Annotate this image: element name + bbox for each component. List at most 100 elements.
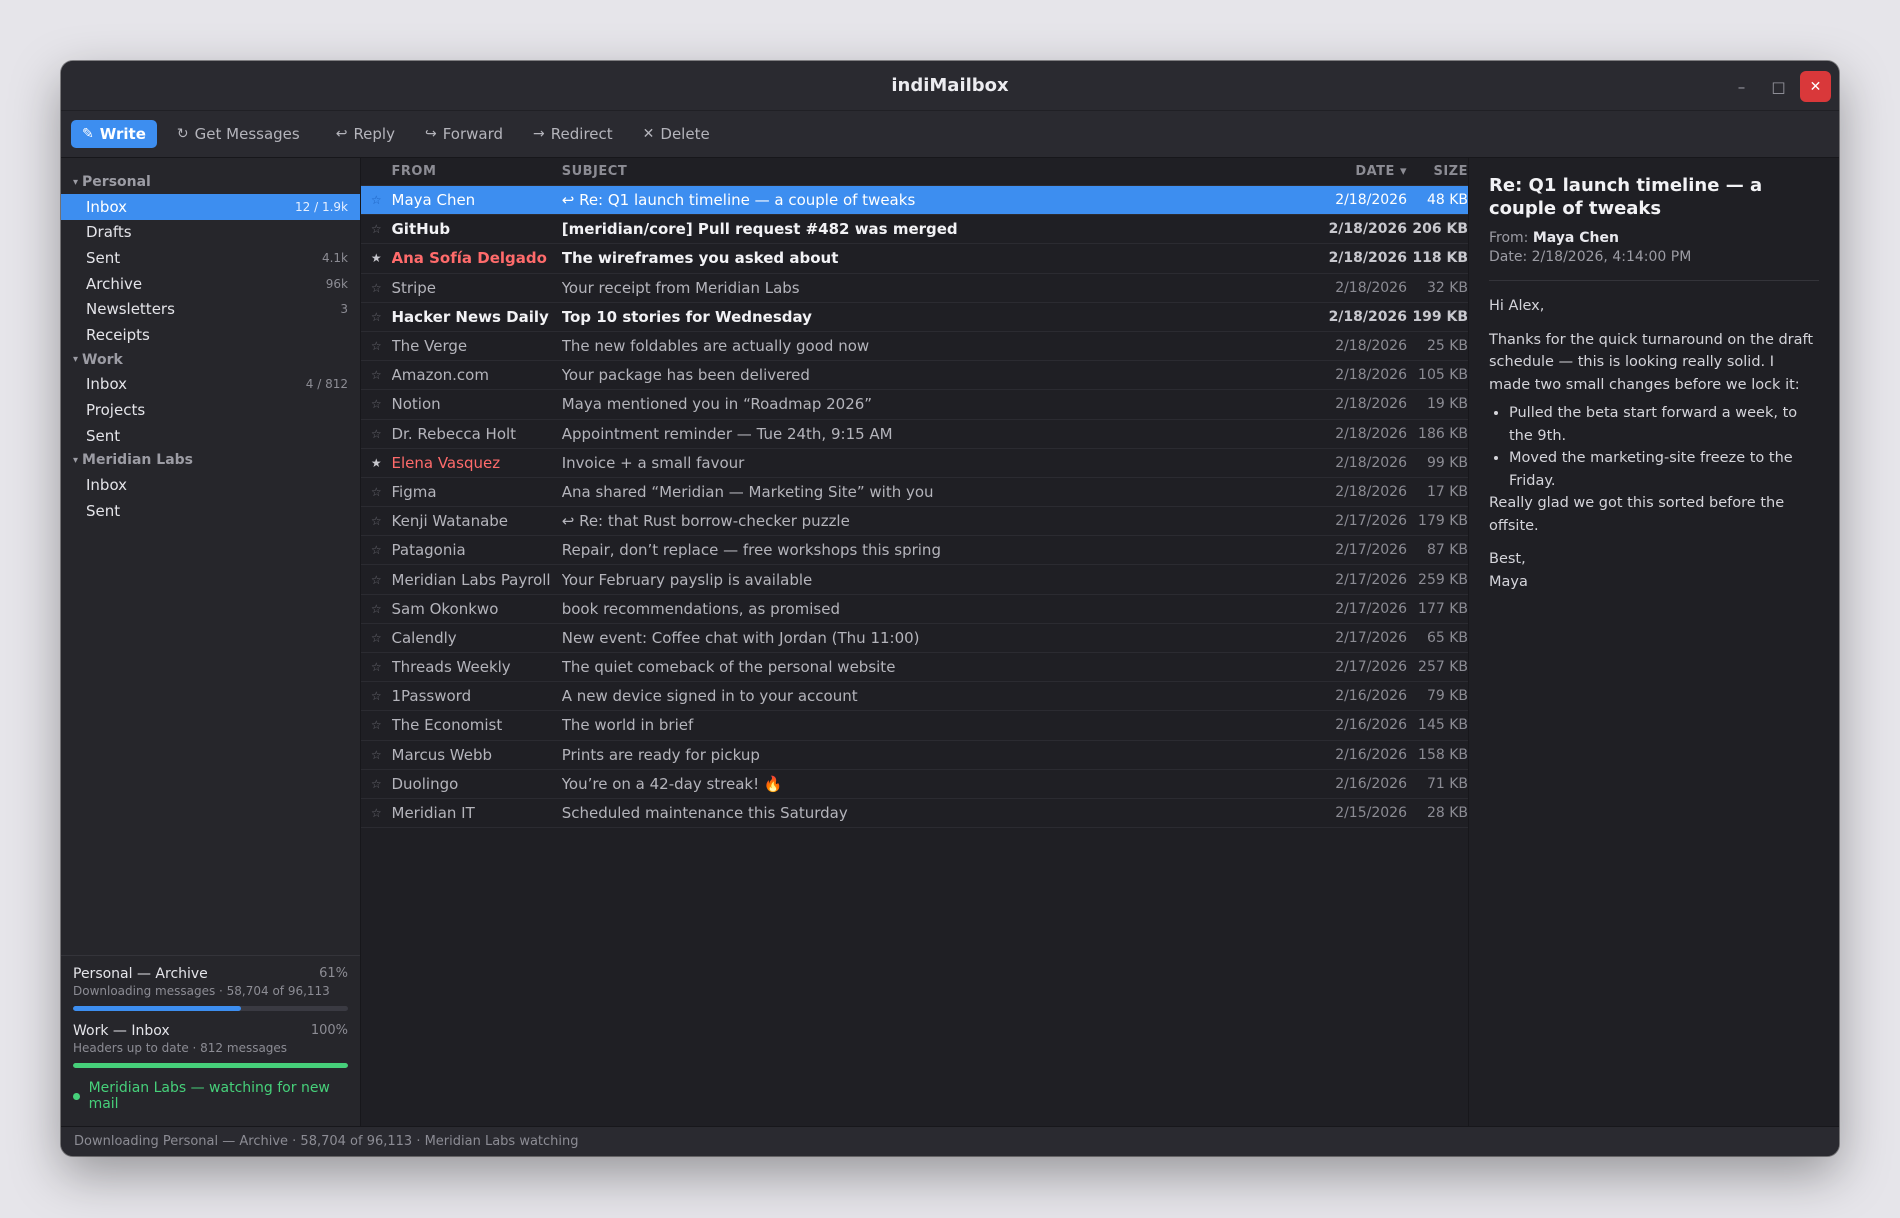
minimize-button[interactable]: –: [1726, 71, 1757, 102]
message-row[interactable]: ☆ Maya Chen ↩ Re: Q1 launch timeline — a c…: [361, 186, 1468, 216]
reply-button[interactable]: ↩ Reply: [326, 120, 405, 148]
folder-label: Projects: [86, 400, 146, 419]
close-icon: ✕: [642, 126, 655, 142]
maximize-button[interactable]: □: [1763, 71, 1794, 102]
star-icon[interactable]: ☆: [361, 310, 392, 324]
message-row[interactable]: ☆ Marcus Webb Prints are ready for pickup 2…: [361, 741, 1468, 770]
message-row[interactable]: ★ Elena Vasquez Invoice + a small favour 2/…: [361, 449, 1468, 478]
message-date: 2/16/2026: [1335, 717, 1407, 734]
message-row[interactable]: ☆ Sam Okonkwo book recommendations, as pro…: [361, 595, 1468, 624]
chevron-down-icon: ▾: [73, 354, 79, 366]
message-row[interactable]: ☆ GitHub [meridian/core] Pull request #482…: [361, 215, 1468, 245]
star-icon[interactable]: ☆: [361, 748, 392, 762]
star-icon[interactable]: ☆: [361, 514, 392, 528]
sidebar-folder-sent[interactable]: Sent: [61, 423, 360, 449]
star-icon[interactable]: ☆: [361, 777, 392, 791]
star-icon[interactable]: ☆: [361, 689, 392, 703]
star-icon[interactable]: ☆: [361, 718, 392, 732]
folder-sidebar: ▾ Personal Inbox 12 / 1.9k Drafts Sent 4.1k Arc…: [61, 158, 361, 1126]
message-row[interactable]: ☆ Stripe Your receipt from Meridian Labs 2/…: [361, 274, 1468, 303]
star-icon[interactable]: ☆: [361, 222, 392, 236]
message-row[interactable]: ☆ 1Password A new device signed in to your…: [361, 682, 1468, 712]
message-subject: The wireframes you asked about: [561, 249, 839, 268]
star-icon[interactable]: ☆: [361, 193, 392, 207]
column-date[interactable]: DATE ▾: [1285, 164, 1407, 179]
message-row[interactable]: ☆ The Economist The world in brief 2/16/202…: [361, 711, 1468, 741]
star-icon[interactable]: ☆: [361, 397, 392, 411]
star-icon[interactable]: ★: [361, 251, 392, 265]
message-subject: Appointment reminder — Tue 24th, 9:15 AM: [561, 424, 893, 443]
message-date: 2/17/2026: [1335, 513, 1407, 530]
sync-item-personal-archive: Personal — Archive 61% Downloading messa…: [73, 966, 348, 1011]
message-date: 2/17/2026: [1335, 542, 1407, 559]
sidebar-folder-inbox[interactable]: Inbox 4 / 812: [61, 372, 360, 398]
sidebar-folder-newsletters[interactable]: Newsletters 3: [61, 296, 360, 322]
column-subject[interactable]: SUBJECT: [562, 164, 1285, 179]
sidebar-folder-projects[interactable]: Projects: [61, 397, 360, 423]
message-subject: The quiet comeback of the personal websi…: [561, 658, 896, 677]
column-size[interactable]: SIZE: [1407, 164, 1468, 179]
account-name: Meridian Labs: [82, 452, 193, 469]
write-button[interactable]: ✎ Write: [71, 120, 157, 148]
account-header[interactable]: ▾ Personal: [61, 170, 360, 194]
message-row[interactable]: ☆ Threads Weekly The quiet comeback of the…: [361, 653, 1468, 683]
star-icon[interactable]: ☆: [361, 602, 392, 616]
delete-button[interactable]: ✕ Delete: [633, 120, 720, 148]
message-size: 17 KB: [1426, 483, 1468, 500]
sync-detail: Headers up to date · 812 messages: [73, 1041, 288, 1055]
sidebar-folder-sent[interactable]: Sent 4.1k: [61, 245, 360, 271]
close-button[interactable]: ✕: [1800, 71, 1831, 102]
message-row[interactable]: ☆ Figma Ana shared “Meridian — Marketing S…: [361, 478, 1468, 508]
folder-label: Drafts: [86, 223, 132, 242]
star-icon[interactable]: ☆: [361, 660, 392, 674]
star-icon[interactable]: ★: [361, 456, 392, 470]
star-icon[interactable]: ☆: [361, 485, 392, 499]
star-icon[interactable]: ☆: [361, 339, 392, 353]
forward-button[interactable]: ↪ Forward: [415, 120, 513, 148]
sidebar-folder-drafts[interactable]: Drafts: [61, 220, 360, 246]
folder-label: Inbox: [86, 197, 128, 216]
message-row[interactable]: ☆ Amazon.com Your package has been deliver…: [361, 361, 1468, 391]
sidebar-folder-inbox[interactable]: Inbox: [61, 472, 360, 498]
sidebar-folder-receipts[interactable]: Receipts: [61, 322, 360, 348]
redirect-button[interactable]: → Redirect: [523, 120, 623, 148]
sidebar-folder-sent[interactable]: Sent: [61, 498, 360, 524]
message-from: Patagonia: [391, 541, 466, 560]
message-subject: [meridian/core] Pull request #482 was me…: [561, 220, 958, 239]
message-row[interactable]: ☆ Duolingo You’re on a 42-day streak! 🔥 2/1…: [361, 770, 1468, 799]
sidebar-folder-inbox[interactable]: Inbox 12 / 1.9k: [61, 194, 360, 220]
message-row[interactable]: ☆ Meridian Labs Payroll Your February pays…: [361, 565, 1468, 595]
message-row[interactable]: ☆ Dr. Rebecca Holt Appointment reminder — …: [361, 420, 1468, 449]
star-icon[interactable]: ☆: [361, 368, 392, 382]
message-row[interactable]: ☆ Notion Maya mentioned you in “Roadmap 20…: [361, 390, 1468, 420]
window-title: indiMailbox: [891, 75, 1009, 96]
message-row[interactable]: ☆ The Verge The new foldables are actually…: [361, 332, 1468, 362]
star-icon[interactable]: ☆: [361, 281, 392, 295]
account-header[interactable]: ▾ Work: [61, 348, 360, 372]
get-messages-button[interactable]: ↻ Get Messages: [167, 120, 310, 148]
status-dot-icon: [73, 1092, 80, 1100]
watch-status: Meridian Labs — watching for new mail: [73, 1080, 348, 1112]
message-date: 2/18/2026: [1335, 425, 1407, 442]
message-row[interactable]: ☆ Meridian IT Scheduled maintenance this S…: [361, 799, 1468, 829]
account-header[interactable]: ▾ Meridian Labs: [61, 448, 360, 472]
message-row[interactable]: ☆ Hacker News Daily Top 10 stories for Wed…: [361, 303, 1468, 332]
star-icon[interactable]: ☆: [361, 543, 392, 557]
column-from[interactable]: FROM: [392, 164, 562, 179]
star-icon[interactable]: ☆: [361, 573, 392, 587]
message-size: 28 KB: [1426, 805, 1468, 822]
chevron-down-icon: ▾: [73, 454, 79, 466]
message-row[interactable]: ☆ Patagonia Repair, don’t replace — free w…: [361, 536, 1468, 566]
star-icon[interactable]: ☆: [361, 427, 392, 441]
message-row[interactable]: ★ Ana Sofía Delgado The wireframes you ask…: [361, 244, 1468, 274]
message-date: 2/18/2026: [1335, 483, 1407, 500]
star-icon[interactable]: ☆: [361, 631, 392, 645]
watch-label: Meridian Labs — watching for new mail: [88, 1080, 330, 1112]
message-sender[interactable]: Maya Chen: [1533, 230, 1619, 246]
reply-label: Reply: [353, 125, 395, 143]
sidebar-folder-archive[interactable]: Archive 96k: [61, 271, 360, 297]
message-row[interactable]: ☆ Calendly New event: Coffee chat with Jor…: [361, 624, 1468, 653]
message-row[interactable]: ☆ Kenji Watanabe ↩ Re: that Rust borrow-ch…: [361, 507, 1468, 537]
body-paragraph: Really glad we got this sorted before th…: [1489, 495, 1785, 534]
star-icon[interactable]: ☆: [361, 806, 392, 820]
